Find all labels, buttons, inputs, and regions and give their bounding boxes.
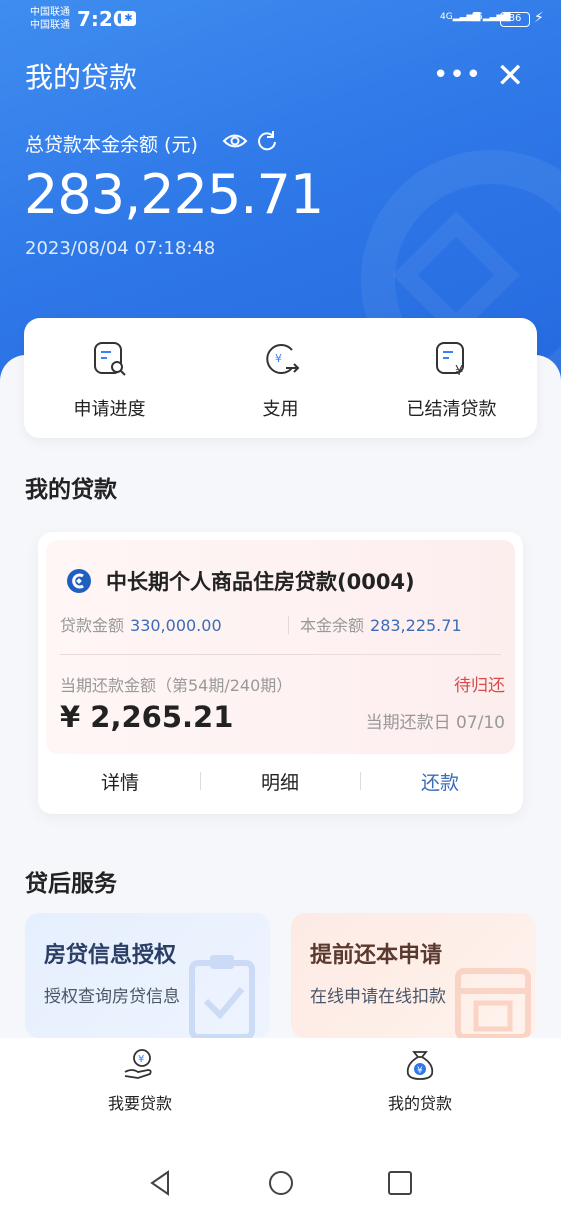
repay-button[interactable]: 还款 <box>360 768 520 795</box>
refresh-icon[interactable] <box>256 129 278 153</box>
due-date: 当期还款日 07/10 <box>365 713 505 733</box>
status-badge: 待归还 <box>454 676 505 696</box>
page-title: 我的贷款 <box>25 61 138 94</box>
battery-level: 86 <box>508 13 522 24</box>
details-button[interactable]: 详情 <box>40 768 200 795</box>
principal-balance: 本金余额 283,225.71 <box>300 612 462 636</box>
loan-summary: 中长期个人商品住房贷款(0004) 贷款金额 330,000.00 本金余额 283… <box>46 540 515 754</box>
tab-label: 我的贷款 <box>387 1094 452 1113</box>
apply-loan-icon: ¥ <box>124 1049 152 1079</box>
quick-action-label: 申请进度 <box>73 399 146 420</box>
calendar-icon <box>455 968 531 1038</box>
tab-apply-loan[interactable]: ¥ 我要贷款 <box>0 1038 280 1128</box>
divider <box>60 654 501 655</box>
bottom-tab-bar: ¥ 我要贷款 ¥ 我的贷款 <box>0 1038 561 1128</box>
carrier-1: 中国联通 <box>30 7 70 18</box>
disburse-icon: ¥ <box>265 344 299 374</box>
service-title: 提前还本申请 <box>310 943 443 968</box>
current-period-label: 当期还款金额（第54期/240期） <box>60 676 293 695</box>
post-loan-services-title: 贷后服务 <box>25 871 117 897</box>
loan-card[interactable]: 中长期个人商品住房贷款(0004) 贷款金额 330,000.00 本金余额 283… <box>38 532 523 814</box>
system-navigation-bar <box>0 1128 561 1215</box>
eye-icon[interactable] <box>222 129 248 153</box>
balance-timestamp: 2023/08/04 07:18:48 <box>25 238 216 259</box>
current-payment-amount: ¥ 2,265.21 <box>60 700 234 734</box>
my-loans-section-title: 我的贷款 <box>25 477 117 503</box>
total-balance-amount: 283,225.71 <box>24 163 324 226</box>
charging-icon: ⚡ <box>534 10 544 26</box>
signal-2-label: 4G <box>470 12 483 22</box>
svg-text:¥: ¥ <box>138 1054 144 1065</box>
back-icon[interactable] <box>146 1168 176 1198</box>
app-notification-icon: ✱ <box>121 11 136 26</box>
my-loan-icon: ¥ <box>406 1051 434 1080</box>
loan-amount-value: 330,000.00 <box>130 616 222 635</box>
quick-action-application-progress[interactable]: 申请进度 <box>24 318 195 438</box>
carrier-labels: 中国联通 中国联通 <box>30 6 70 32</box>
loan-amount: 贷款金额 330,000.00 <box>60 612 222 636</box>
tab-my-loans[interactable]: ¥ 我的贷款 <box>280 1038 560 1128</box>
principal-balance-value: 283,225.71 <box>370 616 462 635</box>
quick-action-label: 支用 <box>262 399 299 420</box>
home-icon[interactable] <box>266 1168 296 1198</box>
application-progress-icon <box>93 342 126 376</box>
clock: 7:20 <box>77 7 127 31</box>
quick-action-settled-loans[interactable]: ¥ 已结清贷款 <box>366 318 537 438</box>
balance-label: 总贷款本金余额 (元) <box>25 134 198 156</box>
principal-balance-label: 本金余额 <box>300 616 365 635</box>
svg-text:¥: ¥ <box>275 352 282 365</box>
tab-label: 我要贷款 <box>107 1094 172 1113</box>
breakdown-button[interactable]: 明细 <box>200 768 360 795</box>
signal-1-label: 4G <box>440 12 453 22</box>
loan-name: 中长期个人商品住房贷款(0004) <box>106 570 415 594</box>
quick-action-disburse[interactable]: ¥ 支用 <box>195 318 366 438</box>
divider <box>288 616 289 634</box>
quick-actions-card: 申请进度 ¥ 支用 ¥ 已结清贷款 <box>24 318 537 438</box>
mortgage-info-authorization-card[interactable]: 房贷信息授权 授权查询房贷信息 <box>25 913 270 1038</box>
bank-logo-icon <box>67 569 91 593</box>
carrier-2: 中国联通 <box>30 20 70 31</box>
battery-icon: 86 <box>500 12 530 27</box>
svg-text:¥: ¥ <box>417 1066 423 1076</box>
status-bar: 中国联通 中国联通 7:20 ✱ 4G▂▃▅▇ 4G▂▃▅▇ 86 ⚡ <box>0 0 561 40</box>
recents-icon[interactable] <box>385 1168 415 1198</box>
quick-action-label: 已结清贷款 <box>406 399 497 420</box>
service-title: 房贷信息授权 <box>44 943 177 968</box>
close-icon[interactable]: ✕ <box>496 56 525 96</box>
clipboard-check-icon <box>189 955 255 1038</box>
settled-loans-icon: ¥ <box>435 342 464 378</box>
more-icon[interactable]: ••• <box>433 60 482 90</box>
loan-amount-label: 贷款金额 <box>60 616 125 635</box>
service-subtitle: 授权查询房贷信息 <box>44 987 180 1007</box>
service-subtitle: 在线申请在线扣款 <box>310 987 446 1007</box>
early-repayment-card[interactable]: 提前还本申请 在线申请在线扣款 <box>291 913 536 1038</box>
svg-text:¥: ¥ <box>455 364 463 378</box>
